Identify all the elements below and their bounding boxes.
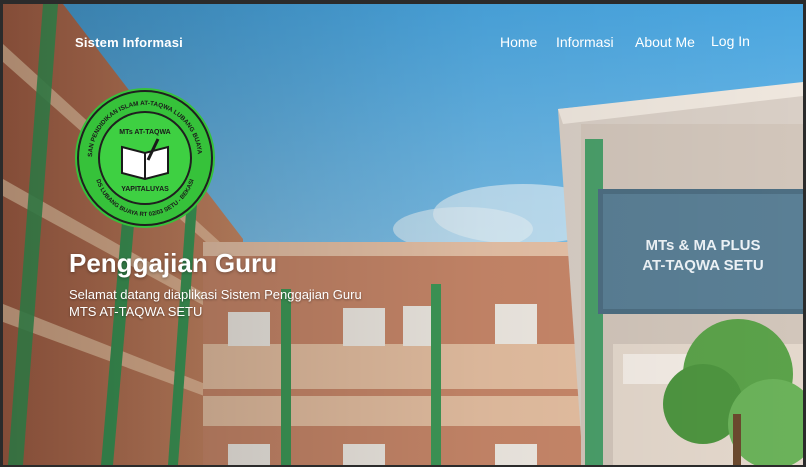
hero-background: MTs & MA PLUS AT-TAQWA SETU: [3, 4, 803, 465]
logo-inner-top: MTs AT-TAQWA: [119, 129, 170, 136]
brand-title[interactable]: Sistem Informasi: [75, 35, 183, 50]
hero-subtitle-line1: Selamat datang diaplikasi Sistem Penggaj…: [69, 287, 362, 302]
nav-login[interactable]: Log In: [711, 33, 750, 49]
nav-about[interactable]: About Me: [635, 34, 695, 50]
sign-line1: MTs & MA PLUS: [646, 237, 761, 254]
school-building-photo: MTs & MA PLUS AT-TAQWA SETU: [3, 4, 803, 465]
hero-title: Penggajian Guru: [69, 248, 278, 278]
hero-subtitle-line2: MTS AT-TAQWA SETU: [69, 304, 203, 319]
school-logo: YAYASAN PENDIDIKAN ISLAM AT-TAQWA LUBANG…: [74, 87, 215, 228]
page-frame: MTs & MA PLUS AT-TAQWA SETU Sistem Infor…: [3, 4, 803, 465]
sign-line2: AT-TAQWA SETU: [642, 257, 763, 274]
nav-home[interactable]: Home: [500, 34, 537, 50]
nav-informasi[interactable]: Informasi: [556, 34, 614, 50]
logo-inner-bottom: YAPITALUYAS: [121, 186, 169, 193]
